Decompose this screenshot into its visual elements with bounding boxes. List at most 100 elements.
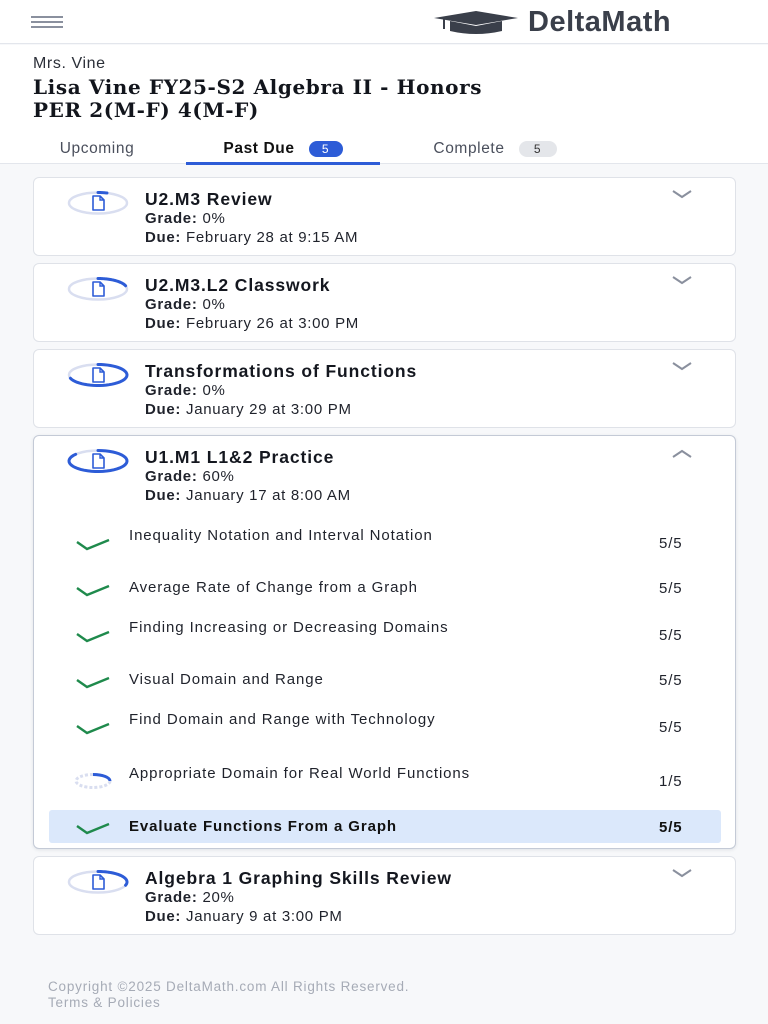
tab-label: Upcoming — [59, 139, 135, 157]
skill-name: Finding Increasing or Decreasing Domains — [129, 619, 449, 636]
grade-value: 60% — [202, 468, 235, 485]
progress-ring-arc — [96, 191, 109, 195]
grade-label: Grade: — [145, 382, 198, 399]
assignment-card-header[interactable]: U2.M3.L2 Classwork Grade: 0% Due: Februa… — [34, 264, 735, 342]
copyright-text: Copyright ©2025 DeltaMath.com All Rights… — [48, 979, 410, 994]
assignment-due: Due: January 9 at 3:00 PM — [145, 908, 343, 925]
assignment-card-header[interactable]: U1.M1 L1&2 Practice Grade: 60% Due: Janu… — [34, 436, 735, 514]
tab-complete[interactable]: Complete 5 — [400, 133, 590, 164]
assignment-title: Algebra 1 Graphing Skills Review — [145, 868, 452, 888]
skill-score: 1/5 — [659, 773, 683, 790]
class-header: Mrs. Vine Lisa Vine FY25-S2 Algebra II -… — [0, 45, 768, 165]
document-progress-ring-icon — [67, 277, 129, 301]
document-glyph — [92, 281, 105, 297]
assignment-card-header[interactable]: Algebra 1 Graphing Skills Review Grade: … — [34, 857, 735, 935]
skill-name: Inequality Notation and Interval Notatio… — [129, 527, 433, 544]
tab-past-due[interactable]: Past Due 5 — [186, 133, 380, 165]
top-bar: DeltaMath — [0, 0, 768, 44]
skill-row-selected[interactable]: Evaluate Functions From a Graph 5/5 — [49, 810, 721, 843]
assignment-grade: Grade: 20% — [145, 889, 235, 906]
due-label: Due: — [145, 487, 182, 504]
document-glyph — [92, 874, 105, 890]
assignment-tabs: Upcoming Past Due 5 Complete 5 — [0, 133, 768, 165]
due-value: February 26 at 3:00 PM — [186, 315, 359, 332]
skill-score: 5/5 — [659, 627, 683, 644]
skill-name: Evaluate Functions From a Graph — [129, 818, 397, 835]
checkmark-icon — [76, 676, 110, 689]
skill-row[interactable]: Finding Increasing or Decreasing Domains… — [49, 610, 721, 660]
skill-row[interactable]: Find Domain and Range with Technology 5/… — [49, 702, 721, 752]
assignment-card: Transformations of Functions Grade: 0% D… — [33, 349, 736, 428]
class-title-line-2: PER 2(M-F) 4(M-F) — [33, 98, 259, 122]
grade-label: Grade: — [145, 296, 198, 313]
due-label: Due: — [145, 315, 182, 332]
assignment-grade: Grade: 0% — [145, 296, 226, 313]
skill-name: Visual Domain and Range — [129, 671, 324, 688]
brand-name: DeltaMath — [528, 5, 672, 38]
assignment-card-header[interactable]: Transformations of Functions Grade: 0% D… — [34, 350, 735, 428]
skill-row[interactable]: Average Rate of Change from a Graph 5/5 — [49, 572, 721, 604]
assignment-title: Transformations of Functions — [145, 361, 418, 381]
skill-score: 5/5 — [659, 819, 683, 836]
footer: Copyright ©2025 DeltaMath.com All Rights… — [48, 979, 409, 1011]
teacher-name: Mrs. Vine — [33, 55, 106, 72]
grade-value: 0% — [202, 382, 226, 399]
tab-label: Complete — [433, 139, 505, 157]
grade-value: 0% — [202, 296, 226, 313]
due-value: January 9 at 3:00 PM — [186, 908, 343, 925]
assignment-title: U1.M1 L1&2 Practice — [145, 447, 335, 467]
page-title: Lisa Vine FY25-S2 Algebra II - Honors PE… — [33, 76, 733, 122]
skill-score: 5/5 — [659, 535, 683, 552]
assignment-card: U2.M3 Review Grade: 0% Due: February 28 … — [33, 177, 736, 256]
assignment-card-expanded: U1.M1 L1&2 Practice Grade: 60% Due: Janu… — [33, 435, 736, 849]
chevron-down-icon[interactable] — [670, 358, 694, 376]
assignment-grade: Grade: 0% — [145, 382, 226, 399]
hamburger-icon[interactable] — [31, 14, 65, 30]
skill-name: Average Rate of Change from a Graph — [129, 579, 418, 596]
document-progress-ring-icon — [67, 870, 129, 894]
chevron-down-icon[interactable] — [670, 272, 694, 290]
document-progress-ring-icon — [67, 191, 129, 215]
skill-row[interactable]: Inequality Notation and Interval Notatio… — [49, 518, 721, 568]
document-progress-ring-icon — [67, 363, 129, 387]
assignment-title: U2.M3 Review — [145, 189, 273, 209]
chevron-down-icon[interactable] — [670, 865, 694, 883]
count-badge: 5 — [518, 140, 557, 157]
due-label: Due: — [145, 908, 182, 925]
tab-upcoming[interactable]: Upcoming — [30, 133, 164, 164]
brand-logo[interactable]: DeltaMath — [432, 6, 671, 38]
count-badge: 5 — [308, 140, 343, 157]
assignment-due: Due: February 26 at 3:00 PM — [145, 315, 359, 332]
checkmark-icon — [76, 584, 110, 597]
due-label: Due: — [145, 401, 182, 418]
assignment-card-header[interactable]: U2.M3 Review Grade: 0% Due: February 28 … — [34, 178, 735, 256]
class-title-line-1: Lisa Vine FY25-S2 Algebra II - Honors — [33, 75, 483, 99]
document-glyph — [92, 195, 105, 211]
skill-score: 5/5 — [659, 580, 683, 597]
chevron-down-icon[interactable] — [670, 186, 694, 204]
assignment-due: Due: February 28 at 9:15 AM — [145, 229, 358, 246]
progress-ring-icon — [74, 773, 112, 789]
skill-name: Appropriate Domain for Real World Functi… — [129, 765, 471, 782]
terms-link[interactable]: Terms & Policies — [48, 995, 409, 1011]
grade-label: Grade: — [145, 468, 198, 485]
assignment-grade: Grade: 0% — [145, 210, 226, 227]
skill-score: 5/5 — [659, 672, 683, 689]
assignment-title: U2.M3.L2 Classwork — [145, 275, 331, 295]
skill-name: Find Domain and Range with Technology — [129, 711, 436, 728]
checkmark-icon — [76, 538, 110, 551]
due-value: January 17 at 8:00 AM — [186, 487, 351, 504]
grade-value: 0% — [202, 210, 226, 227]
checkmark-icon — [76, 822, 110, 835]
checkmark-icon — [76, 630, 110, 643]
due-value: January 29 at 3:00 PM — [186, 401, 352, 418]
skill-row[interactable]: Visual Domain and Range 5/5 — [49, 664, 721, 696]
document-glyph — [92, 453, 105, 469]
assignment-card: U2.M3.L2 Classwork Grade: 0% Due: Februa… — [33, 263, 736, 342]
due-value: February 28 at 9:15 AM — [186, 229, 359, 246]
grade-label: Grade: — [145, 889, 198, 906]
skill-row[interactable]: Appropriate Domain for Real World Functi… — [49, 756, 721, 806]
document-progress-ring-icon — [67, 449, 129, 473]
document-glyph — [92, 367, 105, 383]
chevron-up-icon[interactable] — [670, 444, 694, 462]
